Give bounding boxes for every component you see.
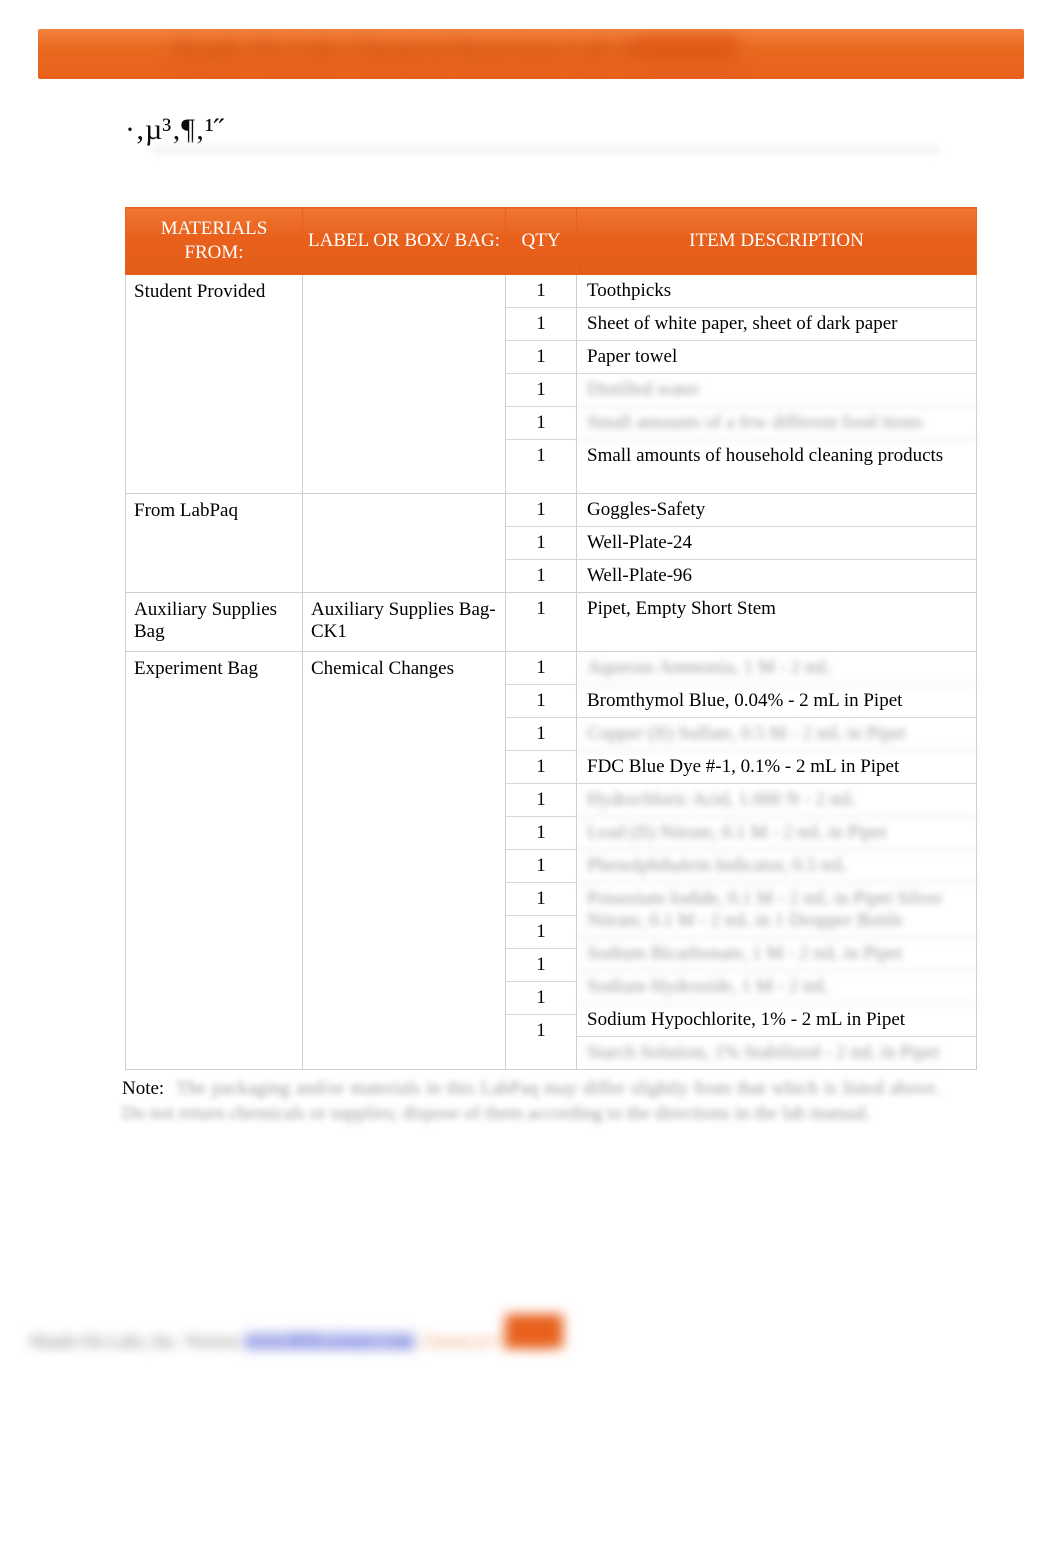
cell-label-or-box-bag: Chemical Changes bbox=[302, 651, 506, 1070]
qty-value: 1 bbox=[506, 850, 576, 883]
cell-item-description-group: Pipet, Empty Short Stem bbox=[576, 592, 977, 652]
materials-table: MATERIALS FROM: LABEL OR BOX/ BAG: QTY I… bbox=[125, 207, 977, 1070]
item-description: Starch Solution, 1% Stabilized - 2 mL in… bbox=[587, 1042, 940, 1063]
page-footer: Hands-On Labs, Inc. Version www.HOLscien… bbox=[0, 1314, 1062, 1378]
item-description: FDC Blue Dye #-1, 0.1% - 2 mL in Pipet bbox=[577, 751, 976, 784]
item-description: Small amounts of a few different food it… bbox=[577, 407, 976, 440]
item-description: Aqueous Ammonia, 1 M - 2 mL bbox=[577, 652, 976, 685]
qty-value: 1 bbox=[506, 817, 576, 850]
item-description: Sodium Hypochlorite, 1% - 2 mL in Pipet bbox=[577, 1004, 976, 1037]
table-header-row: MATERIALS FROM: LABEL OR BOX/ BAG: QTY I… bbox=[125, 207, 977, 275]
cell-materials-from: Experiment Bag bbox=[125, 651, 303, 1070]
heading-underline bbox=[153, 144, 940, 156]
page-top-banner: Hands-On Labs Chemical Reactions Lab Man… bbox=[38, 29, 1024, 79]
qty-value: 1 bbox=[506, 718, 576, 751]
qty-value: 1 bbox=[506, 374, 576, 407]
item-description: Sodium Bicarbonate, 1 M - 2 mL in Pipet bbox=[577, 938, 976, 971]
table-row: Student Provided 1 1 1 1 1 1 Toothpicks Sheet of… bbox=[125, 274, 977, 494]
cell-qty-group: 111111 bbox=[505, 274, 577, 494]
banner-accent-block bbox=[638, 37, 738, 63]
cell-item-description-group: Toothpicks Sheet of white paper, sheet of… bbox=[576, 274, 977, 494]
item-description: Goggles-Safety bbox=[577, 494, 976, 527]
item-description: Copper (II) Sulfate, 0.5 M - 2 mL in Pip… bbox=[577, 718, 976, 751]
cell-materials-from: Auxiliary Supplies Bag bbox=[125, 592, 303, 652]
cell-item-description-group: Goggles-Safety Well-Plate-24 Well-Plate-96 bbox=[576, 493, 977, 593]
item-description: Pipet, Empty Short Stem bbox=[587, 598, 776, 619]
qty-value: 1 bbox=[506, 949, 576, 982]
item-description: Toothpicks bbox=[577, 275, 976, 308]
footer-website-link[interactable]: www.HOLscience.com bbox=[243, 1331, 416, 1351]
item-description: Sodium Hydroxide, 1 M - 2 mL bbox=[577, 971, 976, 1004]
cell-label-or-box-bag: Auxiliary Supplies Bag-CK1 bbox=[302, 592, 506, 652]
qty-value: 1 bbox=[506, 883, 576, 916]
item-description: Potassium Iodide, 0.1 M - 2 mL in Pipet … bbox=[577, 883, 976, 938]
cell-label-or-box-bag bbox=[302, 274, 506, 494]
qty-value: 1 bbox=[536, 445, 546, 466]
qty-value: 1 bbox=[506, 341, 576, 374]
item-description: Sheet of white paper, sheet of dark pape… bbox=[577, 308, 976, 341]
qty-value: 1 bbox=[536, 1020, 546, 1041]
qty-value: 1 bbox=[506, 652, 576, 685]
item-description: Well-Plate-96 bbox=[587, 565, 693, 586]
item-description: Paper towel bbox=[577, 341, 976, 374]
document-heading-area: ·‚µ³‚¶‚¹˝ bbox=[125, 110, 940, 156]
item-description: Lead (II) Nitrate, 0.1 M - 2 mL in Pipet bbox=[577, 817, 976, 850]
qty-value: 1 bbox=[506, 407, 576, 440]
cell-materials-from: Student Provided bbox=[125, 274, 303, 494]
qty-value: 1 bbox=[506, 527, 576, 560]
materials-table-body: Student Provided 1 1 1 1 1 1 Toothpicks Sheet of… bbox=[125, 274, 977, 1070]
item-description: Hydrochloric Acid, 1.000 N - 2 mL bbox=[577, 784, 976, 817]
footer-left-text: Hands-On Labs, Inc. Version bbox=[30, 1331, 240, 1351]
table-row: Auxiliary Supplies Bag Auxiliary Supplies… bbox=[125, 592, 977, 652]
item-description: Small amounts of household cleaning prod… bbox=[587, 445, 944, 466]
column-header-label-or-box-bag: LABEL OR BOX/ BAG: bbox=[302, 207, 506, 275]
item-description: Phenolphthalein Indicator, 0.5 mL bbox=[577, 850, 976, 883]
column-header-materials-from: MATERIALS FROM: bbox=[125, 207, 303, 275]
item-description: Distilled water bbox=[577, 374, 976, 407]
qty-value: 1 bbox=[506, 751, 576, 784]
qty-value: 1 bbox=[536, 565, 546, 586]
banner-blur-layer: Hands-On Labs Chemical Reactions Lab Man… bbox=[38, 29, 1024, 79]
table-row: From LabPaq 1 1 1 Goggles-Safety Well-Plate-2… bbox=[125, 493, 977, 593]
qty-value: 1 bbox=[506, 916, 576, 949]
qty-value: 1 bbox=[506, 784, 576, 817]
qty-value: 1 bbox=[506, 685, 576, 718]
cell-materials-from: From LabPaq bbox=[125, 493, 303, 593]
cell-qty-group: 111111111111 bbox=[505, 651, 577, 1070]
item-description: Bromthymol Blue, 0.04% - 2 mL in Pipet bbox=[577, 685, 976, 718]
qty-value: 1 bbox=[506, 494, 576, 527]
qty-value: 1 bbox=[506, 982, 576, 1015]
cell-qty-group: 1 bbox=[505, 592, 577, 652]
qty-value: 1 bbox=[506, 275, 576, 308]
cell-item-description-group: Aqueous Ammonia, 1 M - 2 mL Bromthymol Bl… bbox=[576, 651, 977, 1070]
cell-qty-group: 111 bbox=[505, 493, 577, 593]
qty-value: 1 bbox=[506, 308, 576, 341]
item-description: Well-Plate-24 bbox=[577, 527, 976, 560]
column-header-qty: QTY bbox=[505, 207, 577, 275]
materials-table-header: MATERIALS FROM: LABEL OR BOX/ BAG: QTY I… bbox=[125, 207, 977, 275]
column-header-item-description: ITEM DESCRIPTION bbox=[576, 207, 977, 275]
note-body: The packaging and/or materials in this L… bbox=[122, 1078, 940, 1124]
cell-label-or-box-bag bbox=[302, 493, 506, 593]
qty-value: 1 bbox=[536, 598, 546, 619]
footer-logo-badge bbox=[505, 1314, 563, 1348]
table-row: Experiment Bag Chemical Changes 1 1 1 1 1 1 1 1 1 1… bbox=[125, 651, 977, 1070]
note-block: Note: The packaging and/or materials in … bbox=[122, 1076, 940, 1126]
